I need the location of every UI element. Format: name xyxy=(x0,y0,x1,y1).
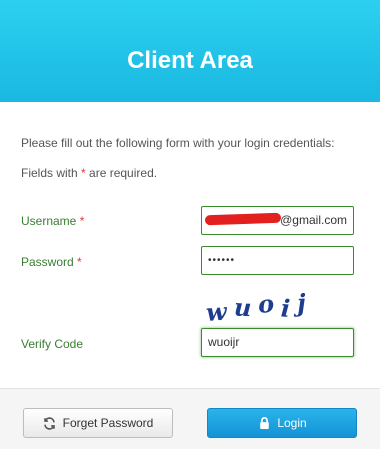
username-field-value: @gmail.com xyxy=(280,213,347,227)
captcha-char: u xyxy=(232,292,259,323)
password-label-text: Password xyxy=(21,255,74,269)
captcha-char: o xyxy=(256,288,283,319)
verify-code-value: wuoijr xyxy=(208,335,240,349)
refresh-icon xyxy=(43,416,57,430)
password-required-star: * xyxy=(77,255,82,269)
captcha-image: wuoijr xyxy=(205,287,316,351)
page-title: Client Area xyxy=(127,47,253,74)
forget-password-button[interactable]: Forget Password xyxy=(23,408,173,438)
required-note-prefix: Fields with xyxy=(21,166,82,180)
lock-icon xyxy=(257,416,271,430)
captcha-char: i xyxy=(280,293,299,324)
verify-code-field[interactable]: wuoijr xyxy=(201,328,354,357)
required-note-suffix: are required. xyxy=(85,166,158,180)
password-field[interactable]: •••••• xyxy=(201,246,354,275)
captcha-char: j xyxy=(296,287,314,318)
username-required-star: * xyxy=(79,214,85,228)
password-label: Password * xyxy=(21,255,82,269)
password-field-value: •••••• xyxy=(208,255,236,266)
forget-password-label: Forget Password xyxy=(62,416,154,430)
login-label: Login xyxy=(277,416,307,430)
verify-code-label: Verify Code xyxy=(21,337,84,351)
login-button[interactable]: Login xyxy=(207,408,357,438)
username-label: Username * xyxy=(21,214,84,228)
required-fields-note: Fields with * are required. xyxy=(21,166,157,180)
header-banner: Client Area xyxy=(0,0,380,102)
username-label-text: Username xyxy=(21,214,77,228)
form-intro-text: Please fill out the following form with … xyxy=(21,136,335,150)
